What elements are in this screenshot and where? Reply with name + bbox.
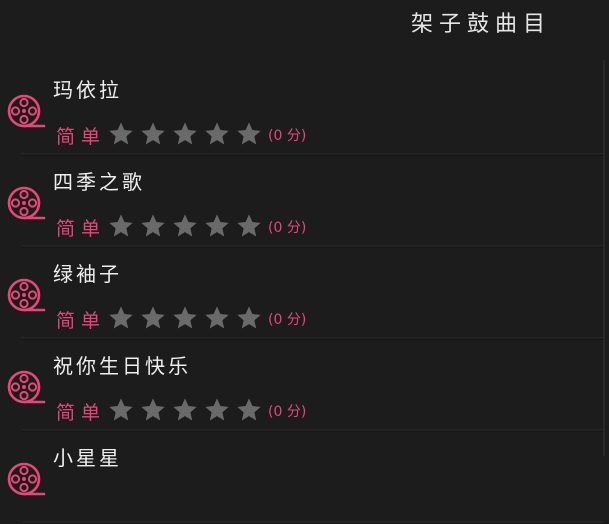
star-icon bbox=[141, 306, 165, 329]
page-title: 架子鼓曲目 bbox=[410, 12, 551, 37]
star-icon bbox=[109, 214, 133, 237]
star-rating bbox=[107, 212, 263, 240]
star-icon bbox=[141, 122, 165, 145]
star-icon bbox=[205, 122, 229, 145]
song-list: 玛依拉 简单 (0 分) 四季之歌 简单 (0 分) 绿袖子 简单 (0 分) … bbox=[0, 64, 609, 524]
star-icon bbox=[109, 122, 133, 145]
star-icon bbox=[237, 306, 261, 329]
score-label: (0 分) bbox=[268, 128, 307, 144]
score-label: (0 分) bbox=[268, 312, 307, 328]
star-rating bbox=[107, 396, 263, 424]
star-icon bbox=[237, 214, 261, 237]
song-row[interactable]: 绿袖子 简单 (0 分) bbox=[0, 248, 609, 340]
star-icon bbox=[173, 122, 197, 145]
song-name: 玛依拉 bbox=[53, 78, 122, 102]
score-label: (0 分) bbox=[268, 220, 307, 236]
song-name: 绿袖子 bbox=[53, 262, 122, 286]
film-reel-icon bbox=[7, 278, 46, 312]
score-label: (0 分) bbox=[268, 404, 307, 420]
difficulty-label: 简单 bbox=[56, 218, 107, 240]
song-name: 祝你生日快乐 bbox=[53, 354, 191, 378]
difficulty-label: 简单 bbox=[56, 310, 107, 332]
film-reel-icon bbox=[7, 370, 46, 404]
song-name: 小星星 bbox=[53, 446, 122, 470]
star-icon bbox=[173, 306, 197, 329]
star-icon bbox=[173, 214, 197, 237]
difficulty-label: 简单 bbox=[56, 402, 107, 424]
song-row[interactable]: 玛依拉 简单 (0 分) bbox=[0, 64, 609, 156]
star-icon bbox=[141, 214, 165, 237]
star-rating bbox=[107, 304, 263, 332]
film-reel-icon bbox=[7, 94, 46, 128]
star-icon bbox=[205, 306, 229, 329]
song-name: 四季之歌 bbox=[53, 170, 145, 194]
song-row[interactable]: 祝你生日快乐 简单 (0 分) bbox=[0, 340, 609, 432]
star-icon bbox=[109, 306, 133, 329]
film-reel-icon bbox=[7, 186, 46, 220]
song-row[interactable]: 四季之歌 简单 (0 分) bbox=[0, 156, 609, 248]
star-icon bbox=[205, 214, 229, 237]
song-row[interactable]: 小星星 bbox=[0, 432, 609, 524]
star-icon bbox=[237, 122, 261, 145]
film-reel-icon bbox=[7, 462, 46, 496]
star-icon bbox=[141, 398, 165, 421]
star-icon bbox=[237, 398, 261, 421]
star-rating bbox=[107, 120, 263, 148]
star-icon bbox=[205, 398, 229, 421]
star-icon bbox=[173, 398, 197, 421]
star-icon bbox=[109, 398, 133, 421]
difficulty-label: 简单 bbox=[56, 126, 107, 148]
